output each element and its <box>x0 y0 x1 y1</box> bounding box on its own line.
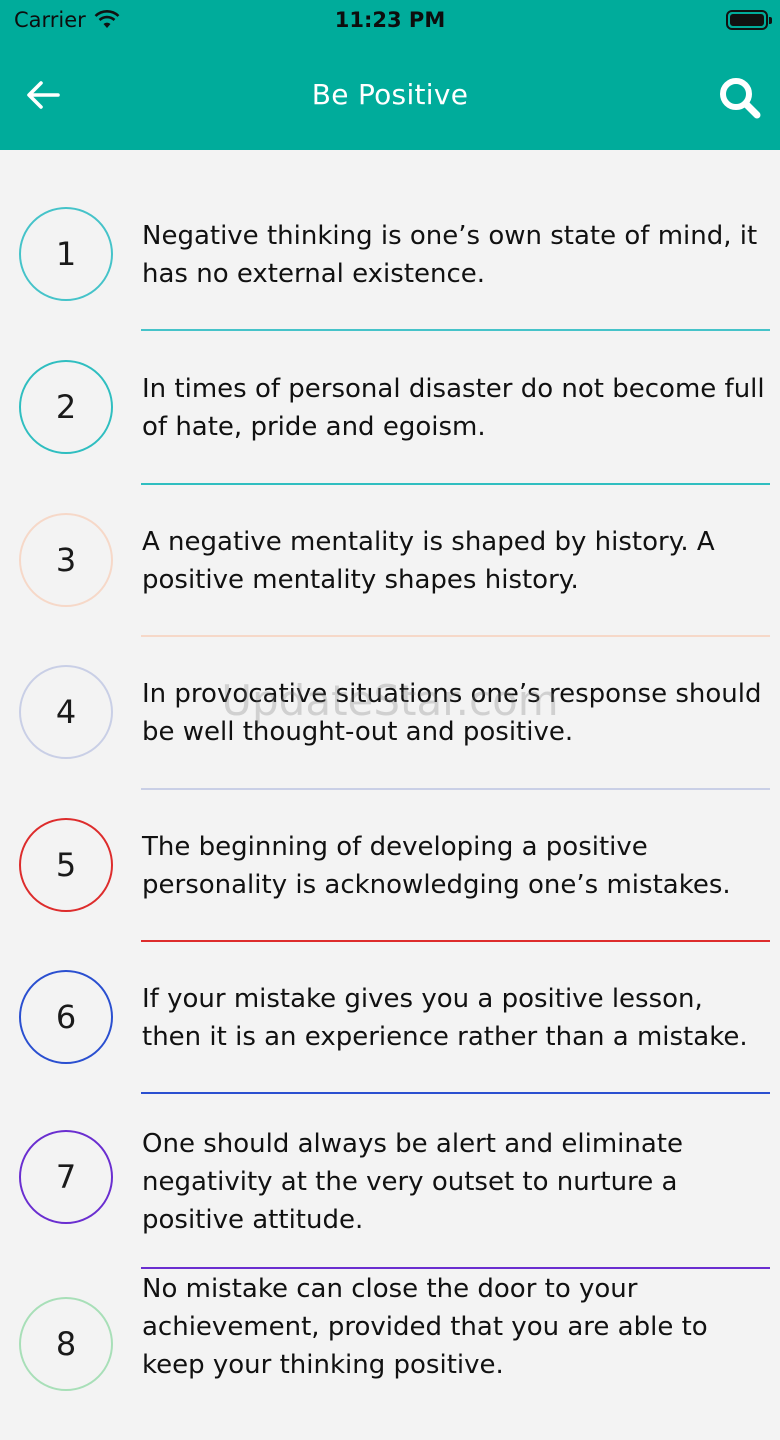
quote-text: If your mistake gives you a positive les… <box>142 984 748 1052</box>
quote-number-badge: 6 <box>19 970 113 1064</box>
quote-text: The beginning of developing a positive p… <box>142 832 731 900</box>
app-bar: Be Positive <box>0 42 780 150</box>
quote-text: In provocative situations one’s response… <box>142 679 762 747</box>
quote-number-badge: 7 <box>19 1130 113 1224</box>
arrow-left-icon <box>27 81 60 109</box>
quote-text: A negative mentality is shaped by histor… <box>142 527 715 595</box>
list-item[interactable]: 6 If your mistake gives you a positive le… <box>0 913 780 1094</box>
quote-number-badge: 3 <box>19 513 113 607</box>
quote-text: One should always be alert and eliminate… <box>142 1129 683 1235</box>
quote-number-badge: 1 <box>19 207 113 301</box>
battery-icon <box>726 10 772 30</box>
quote-text: In times of personal disaster do not bec… <box>142 374 765 442</box>
list-item[interactable]: 5 The beginning of developing a positive … <box>0 761 780 942</box>
back-button[interactable] <box>20 72 66 118</box>
status-bar: Carrier 11:23 PM <box>0 0 780 42</box>
search-button[interactable] <box>714 72 766 124</box>
search-icon <box>720 78 761 119</box>
quote-number-badge: 4 <box>19 665 113 759</box>
quote-text: No mistake can close the door to your ac… <box>142 1274 708 1380</box>
list-item[interactable]: 1 Negative thinking is one’s own state of… <box>0 150 780 331</box>
status-time: 11:23 PM <box>334 8 446 32</box>
quote-number-badge: 2 <box>19 360 113 454</box>
list-item[interactable]: 4 In provocative situations one’s respons… <box>0 608 780 790</box>
list-item[interactable]: 2 In times of personal disaster do not be… <box>0 303 780 485</box>
list-item[interactable]: 3 A negative mentality is shaped by histo… <box>0 456 780 637</box>
quote-number-badge: 5 <box>19 818 113 912</box>
page-title: Be Positive <box>311 78 469 111</box>
quote-text: Negative thinking is one’s own state of … <box>142 221 758 289</box>
quote-number-badge: 8 <box>19 1297 113 1391</box>
list-item[interactable]: 7 One should always be alert and eliminat… <box>0 1066 780 1269</box>
list-item[interactable]: 8 No mistake can close the door to your a… <box>0 1240 780 1440</box>
